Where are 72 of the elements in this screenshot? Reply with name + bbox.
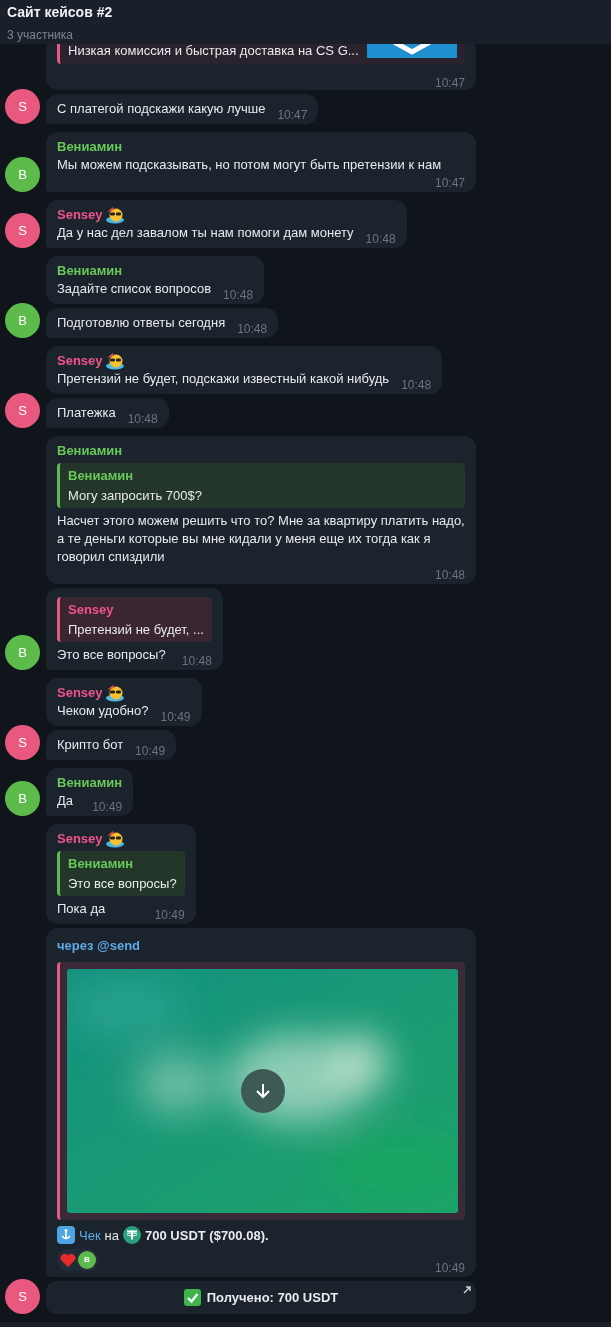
reply-text: Могу запросить 700$? xyxy=(68,486,203,505)
checkmark-icon xyxy=(183,1289,201,1306)
message-time: 10:48 xyxy=(180,655,212,667)
sender-name[interactable]: Вениамин xyxy=(57,773,123,793)
message-time: 10:47 xyxy=(433,77,465,89)
reaction-chip[interactable]: В xyxy=(57,1249,99,1271)
inline-button[interactable]: Получено: 700 USDT xyxy=(46,1281,476,1314)
link-preview[interactable]: Низкая комиссия и быстрая доставка на CS G... xyxy=(57,44,465,64)
message-text: Мы можем подсказывать, но потом могут быть претензии к нам xyxy=(57,156,442,174)
message-text: Да xyxy=(57,792,74,810)
reply-quote[interactable]: Sensey Претензий не будет, ... xyxy=(57,597,212,642)
download-icon xyxy=(253,1081,272,1100)
message-time: 10:48 xyxy=(364,233,396,245)
message-text: Подготовлю ответы сегодня xyxy=(57,314,226,332)
user-avatar[interactable]: S xyxy=(5,89,40,124)
user-avatar[interactable]: В xyxy=(5,635,40,670)
message-time: 10:49 xyxy=(159,711,191,723)
message-time: 10:48 xyxy=(433,569,465,581)
user-avatar[interactable]: S xyxy=(5,213,40,248)
message-text: Это все вопросы? xyxy=(57,646,166,664)
message-text: Платежка xyxy=(57,404,116,422)
via-bot-link[interactable]: через @send xyxy=(57,936,465,956)
message-time: 10:48 xyxy=(126,413,158,425)
cheque-amount: 700 USDT ($700.08). xyxy=(145,1226,269,1245)
message-text: Задайте список вопросов xyxy=(57,280,212,298)
user-avatar[interactable]: В xyxy=(5,157,40,192)
member-count: 3 участника xyxy=(7,27,74,44)
sender-name[interactable]: Sensey xyxy=(57,351,103,371)
cheque-text: на xyxy=(104,1226,119,1245)
reply-author: Вениамин xyxy=(68,855,135,873)
cheque-link[interactable]: Чек xyxy=(79,1225,101,1245)
message-text: Насчет этого можем решить что то? Мне за квартиру платить надо, а те деньги которые вы мне кидали у меня еще их тогда как я говорил спиздили xyxy=(57,512,465,566)
message-time: 10:49 xyxy=(153,909,185,921)
user-avatar[interactable]: S xyxy=(5,725,40,760)
preview-image-icon xyxy=(367,44,457,58)
message-time: 10:49 xyxy=(134,745,166,757)
coin-icon xyxy=(123,1226,141,1245)
reply-author: Вениамин xyxy=(68,467,135,485)
message-time: 10:49 xyxy=(433,1262,465,1274)
user-avatar[interactable]: В xyxy=(5,303,40,338)
message-time: 10:48 xyxy=(400,379,432,391)
sender-name[interactable]: Sensey xyxy=(57,683,103,703)
message-text: Да у нас дел завалом ты нам помоги дам монету xyxy=(57,224,354,242)
user-avatar[interactable]: S xyxy=(5,393,40,428)
reply-quote[interactable]: Вениамин Могу запросить 700$? xyxy=(57,463,465,508)
sender-name[interactable]: Вениамин xyxy=(57,261,123,281)
preview-description: Низкая комиссия и быстрая доставка на CS G... xyxy=(68,44,359,61)
reply-text: Претензий не будет, ... xyxy=(68,620,204,639)
reaction-avatar: В xyxy=(78,1251,96,1269)
message-time: 10:49 xyxy=(91,801,123,813)
message-text: Пока да xyxy=(57,900,106,918)
message-text: С платегой подскажи какую лучше xyxy=(57,100,266,118)
arrow-icon xyxy=(463,1286,471,1294)
sender-name[interactable]: Sensey xyxy=(57,829,103,849)
reply-quote[interactable]: Вениамин Это все вопросы? xyxy=(57,851,185,896)
message-time: 10:48 xyxy=(222,289,254,301)
reply-author: Sensey xyxy=(68,601,115,619)
user-avatar[interactable]: S xyxy=(5,1279,40,1314)
message-text: Крипто бот xyxy=(57,736,124,754)
sender-name[interactable]: Sensey xyxy=(57,205,103,225)
heart-icon xyxy=(60,1252,76,1268)
sender-name[interactable]: Вениамин xyxy=(57,441,123,461)
anchor-icon xyxy=(57,1226,75,1245)
message-time: 10:48 xyxy=(236,323,268,335)
chat-title[interactable]: Сайт кейсов #2 xyxy=(7,2,604,23)
reply-text: Это все вопросы? xyxy=(68,874,177,893)
sender-name[interactable]: Вениамин xyxy=(57,137,123,157)
message-time: 10:47 xyxy=(433,177,465,189)
message-time: 10:47 xyxy=(276,109,308,121)
user-avatar[interactable]: В xyxy=(5,781,40,816)
message-text: Чеком удобно? xyxy=(57,702,149,720)
message-text: Претензий не будет, подскажи известный какой нибудь xyxy=(57,370,390,388)
